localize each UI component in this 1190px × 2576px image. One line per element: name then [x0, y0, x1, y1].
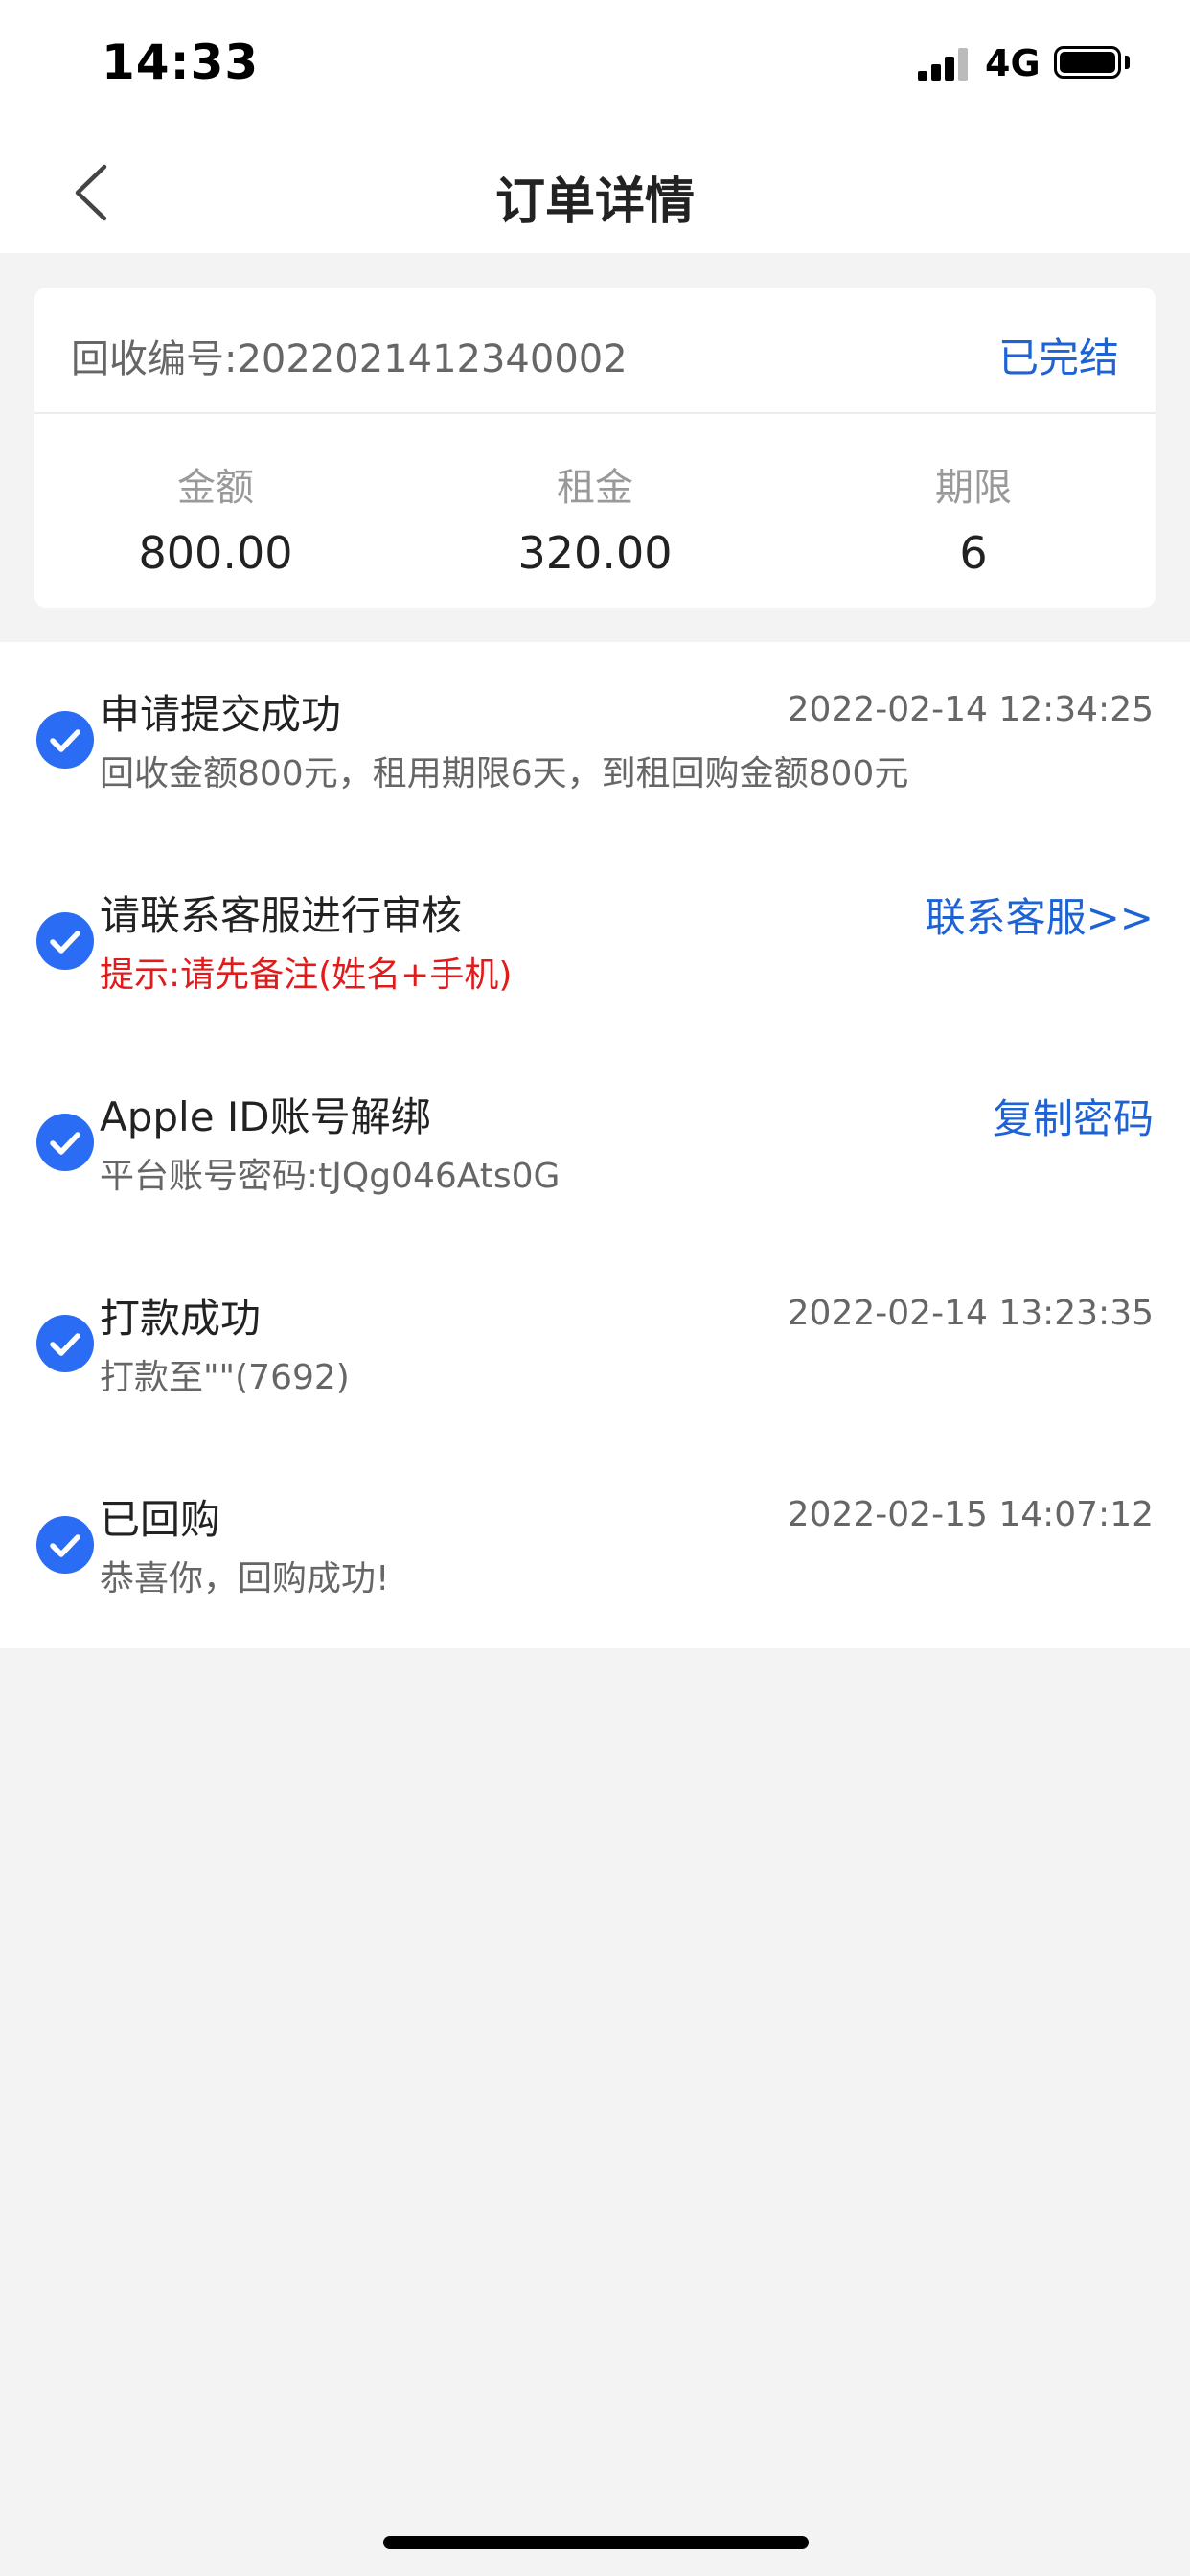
- step-title: 已回购: [100, 1496, 221, 1543]
- step-time: 2022-02-14 12:34:25: [787, 690, 1154, 729]
- stat-value: 6: [959, 527, 988, 579]
- step-time: 2022-02-14 13:23:35: [787, 1294, 1154, 1333]
- copy-password-button[interactable]: 复制密码: [993, 1087, 1154, 1145]
- step-desc: 回收金额800元，租用期限6天，到租回购金额800元: [100, 754, 909, 794]
- order-number: 回收编号:2022021412340002: [71, 337, 628, 381]
- page-title: 订单详情: [494, 173, 695, 231]
- stat-term: 期限 6: [830, 456, 1117, 579]
- order-summary-card: 回收编号:2022021412340002 已完结 金额 800.00 租金 3…: [34, 288, 1156, 608]
- stat-label: 期限: [935, 466, 1012, 510]
- check-circle-icon: [36, 1516, 94, 1574]
- stat-label: 金额: [177, 466, 254, 510]
- check-circle-icon: [36, 1114, 94, 1171]
- signal-icon: [918, 48, 972, 80]
- check-circle-icon: [36, 912, 94, 970]
- timeline-step-review: 请联系客服进行审核 联系客服>> 提示:请先备注(姓名+手机): [0, 843, 1190, 1045]
- stat-label: 租金: [557, 466, 633, 510]
- stat-value: 320.00: [517, 527, 673, 579]
- order-header: 回收编号:2022021412340002 已完结: [34, 288, 1156, 414]
- order-stats: 金额 800.00 租金 320.00 期限 6: [34, 414, 1156, 608]
- timeline-step-repurchased: 已回购 2022-02-15 14:07:12 恭喜你，回购成功!: [0, 1447, 1190, 1648]
- step-time: 2022-02-15 14:07:12: [787, 1495, 1154, 1534]
- network-type: 4G: [985, 42, 1041, 84]
- chevron-left-icon: [75, 164, 107, 221]
- step-desc: 打款至""(7692): [100, 1358, 350, 1397]
- home-indicator: [383, 2536, 809, 2549]
- contact-support-link[interactable]: 联系客服>>: [926, 886, 1154, 944]
- step-desc: 平台账号密码:tJQg046Ats0G: [100, 1157, 561, 1196]
- stat-rent: 租金 320.00: [451, 456, 739, 579]
- timeline-step-unbind: Apple ID账号解绑 复制密码 平台账号密码:tJQg046Ats0G: [0, 1045, 1190, 1246]
- back-button[interactable]: [57, 159, 125, 226]
- stat-value: 800.00: [138, 527, 293, 579]
- order-timeline: 申请提交成功 2022-02-14 12:34:25 回收金额800元，租用期限…: [0, 642, 1190, 1648]
- check-circle-icon: [36, 1315, 94, 1372]
- battery-tip: [1125, 56, 1130, 69]
- nav-bar: 订单详情: [0, 134, 1190, 253]
- status-bar: 14:33 4G: [0, 0, 1190, 134]
- step-desc: 恭喜你，回购成功!: [100, 1559, 390, 1598]
- step-warning: 提示:请先备注(姓名+手机): [100, 955, 513, 995]
- status-time: 14:33: [102, 34, 260, 90]
- step-title: 请联系客服进行审核: [100, 892, 463, 939]
- timeline-step-paid: 打款成功 2022-02-14 13:23:35 打款至""(7692): [0, 1246, 1190, 1447]
- check-circle-icon: [36, 711, 94, 769]
- timeline-step-submitted: 申请提交成功 2022-02-14 12:34:25 回收金额800元，租用期限…: [0, 642, 1190, 843]
- step-title: 打款成功: [100, 1295, 262, 1342]
- stat-amount: 金额 800.00: [72, 456, 359, 579]
- step-title: 申请提交成功: [100, 691, 342, 738]
- step-title: Apple ID账号解绑: [100, 1093, 431, 1140]
- order-status: 已完结: [997, 334, 1119, 381]
- battery-icon: [1054, 46, 1121, 79]
